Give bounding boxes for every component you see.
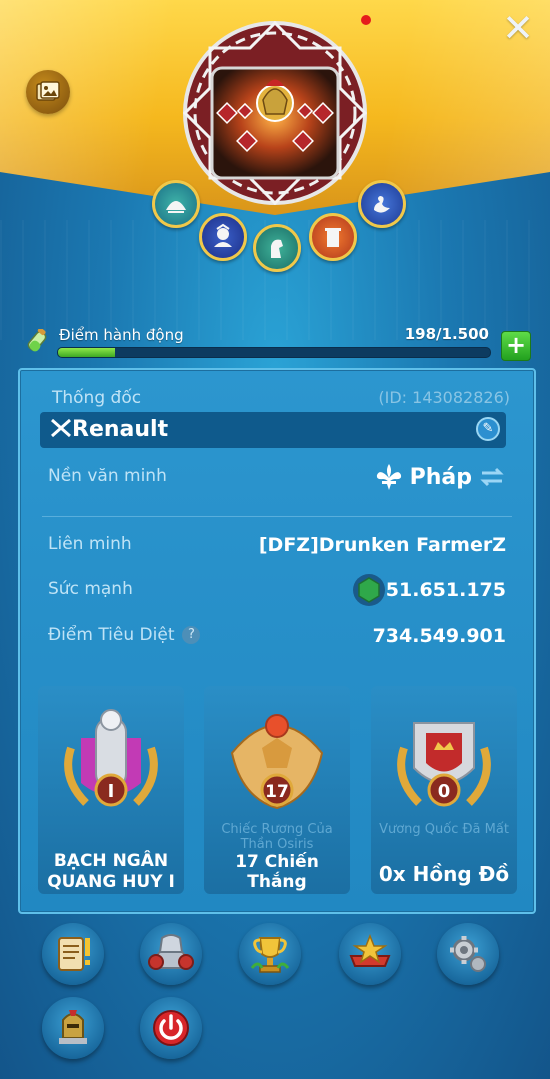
avatar-frame-art <box>182 20 368 206</box>
gallery-icon <box>36 81 60 101</box>
general-medal-icon[interactable] <box>199 213 247 261</box>
phoenix-icon: 17 <box>230 714 324 810</box>
help-icon[interactable]: ? <box>182 626 201 644</box>
osiris-badge-card[interactable]: 17 Chiếc Rương Của Thần Osiris 17 Chiến … <box>204 686 350 894</box>
swap-arrows-icon[interactable] <box>478 465 506 489</box>
rank-badge-card[interactable]: I BẠCH NGÂN QUANG HUY I <box>38 686 184 894</box>
gear-icon <box>450 936 486 972</box>
armor-icon <box>148 934 194 970</box>
ranking-button[interactable] <box>339 923 401 985</box>
crossed-swords-icon <box>51 418 71 438</box>
civilization-row: Nền văn minh Pháp <box>48 464 506 498</box>
tower-medal-icon[interactable] <box>309 213 357 261</box>
badge-number: 0 <box>438 781 451 802</box>
civilization-label: Nền văn minh <box>48 466 167 486</box>
alliance-row: Liên minh [DFZ]Drunken FarmerZ <box>48 534 506 560</box>
action-points-label: Điểm hành động <box>59 326 184 344</box>
lost-kingdom-subtitle: Vương Quốc Đã Mất <box>379 822 509 837</box>
knight-helmet-icon <box>59 1010 87 1044</box>
governor-name-text: Renault <box>72 417 169 442</box>
kill-points-value: 734.549.901 <box>372 625 506 647</box>
action-points-row: Điểm hành động 198/1.500 + <box>22 325 534 361</box>
power-value: 51.651.175 <box>385 579 506 601</box>
settings-button[interactable] <box>437 923 499 985</box>
edit-name-icon[interactable]: ✎ <box>476 417 500 441</box>
silver-rank-icon: I <box>64 709 158 807</box>
profile-panel: Thống đốc (ID: 143082826) Renault ✎ Nền … <box>18 368 536 914</box>
alliance-label: Liên minh <box>48 534 132 554</box>
power-row: Sức mạnh 51.651.175 <box>48 574 506 606</box>
action-points-value: 198/1.500 <box>404 325 489 343</box>
osiris-caption: 17 Chiến Thắng <box>235 852 319 892</box>
star-ribbon-icon <box>349 933 391 967</box>
civilization-value[interactable]: Pháp <box>374 462 506 492</box>
power-label: Sức mạnh <box>48 579 133 599</box>
helmet-medal-icon[interactable] <box>152 180 200 228</box>
armory-button[interactable] <box>140 923 202 985</box>
knight-medal-icon[interactable] <box>253 224 301 272</box>
governor-label: Thống đốc <box>52 388 142 408</box>
kill-points-row: Điểm Tiêu Diệt? 734.549.901 <box>48 625 506 651</box>
add-action-points-button[interactable]: + <box>501 331 531 361</box>
trophy-button[interactable] <box>239 923 301 985</box>
power-icon <box>153 1010 189 1046</box>
governor-name: Renault <box>50 417 168 442</box>
lost-kingdom-badge-card[interactable]: 0 Vương Quốc Đã Mất 0x Hồng Đồ <box>371 686 517 894</box>
scroll-icon <box>58 937 90 971</box>
power-gem-icon <box>353 574 385 606</box>
divider <box>42 516 512 517</box>
kill-points-label: Điểm Tiêu Diệt? <box>48 625 201 645</box>
scroll-quest-button[interactable] <box>42 923 104 985</box>
avatar-frame[interactable] <box>180 18 370 208</box>
action-points-bar <box>57 347 491 358</box>
civilization-name: Pháp <box>409 464 472 490</box>
action-points-fill <box>58 348 116 357</box>
badge-number: I <box>108 781 115 802</box>
osiris-subtitle: Chiếc Rương Của Thần Osiris <box>221 822 333 852</box>
close-button[interactable]: ✕ <box>498 8 538 48</box>
governor-name-box: Renault ✎ <box>40 412 506 448</box>
trophy-icon <box>250 937 290 973</box>
governor-id[interactable]: (ID: 143082826) <box>378 388 510 407</box>
fleur-de-lis-icon <box>376 464 401 490</box>
logout-button[interactable] <box>140 997 202 1059</box>
gallery-button[interactable] <box>26 70 70 114</box>
commander-button[interactable] <box>42 997 104 1059</box>
lost-kingdom-caption: 0x Hồng Đồ <box>378 862 510 886</box>
shield-crown-icon: 0 <box>397 722 491 807</box>
swan-medal-icon[interactable] <box>358 180 406 228</box>
potion-icon <box>27 329 47 352</box>
badge-number: 17 <box>265 782 289 802</box>
alliance-value[interactable]: [DFZ]Drunken FarmerZ <box>259 534 506 556</box>
rank-caption: BẠCH NGÂN QUANG HUY I <box>47 851 175 892</box>
